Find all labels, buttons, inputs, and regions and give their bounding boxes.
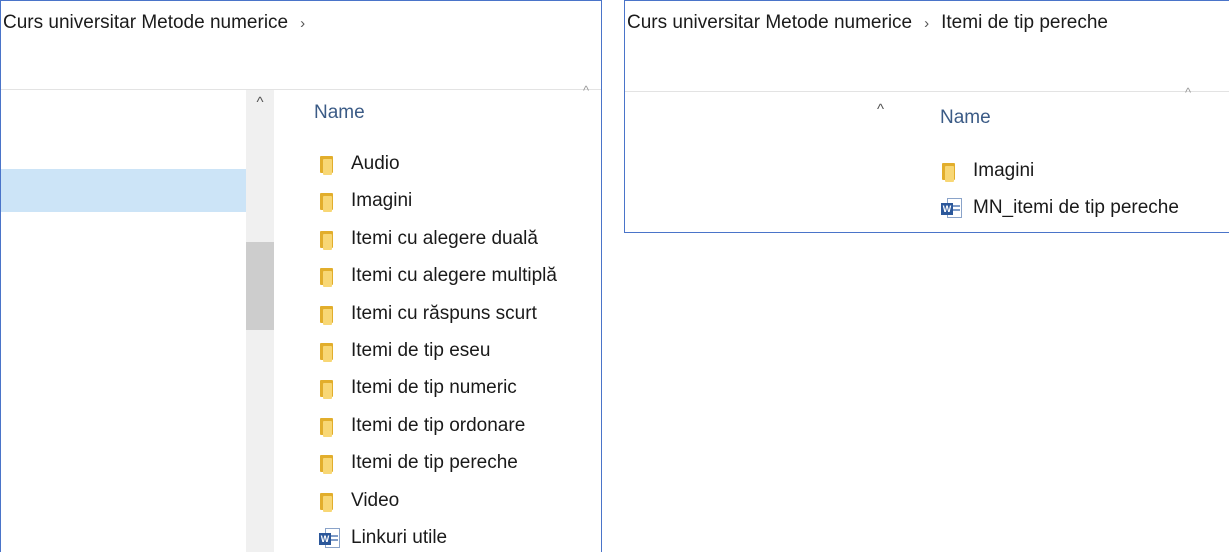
folder-icon [941,160,963,182]
file-name-label: Itemi cu alegere duală [351,227,538,249]
file-name-label: Itemi cu alegere multiplă [351,265,557,287]
file-list-item[interactable]: W MN_itemi de tip pereche [941,193,1179,223]
scrollbar-thumb[interactable] [246,242,274,330]
folder-icon [319,228,341,250]
file-name-label: Itemi cu răspuns scurt [351,302,537,324]
file-list-item[interactable]: Itemi cu alegere multiplă [319,261,557,291]
breadcrumb-chevron-icon[interactable]: › [300,15,305,32]
file-name-label: Linkuri utile [351,527,448,548]
file-name-label: MN_itemi de tip pereche [973,197,1179,218]
file-list-item[interactable]: Video [319,486,399,516]
column-header-name[interactable]: Name [940,107,991,129]
file-list-item[interactable]: Itemi de tip pereche [319,448,518,478]
folder-icon [319,377,341,400]
file-list-item[interactable]: Imagini [319,186,412,216]
folder-icon [319,415,341,437]
file-name-label: Video [351,489,400,511]
breadcrumb-item-current[interactable]: Itemi de tip pereche [941,12,1108,34]
folder-icon [319,190,341,213]
file-list-item[interactable]: Itemi de tip eseu [319,336,490,366]
file-list-item[interactable]: Itemi de tip numeric [319,373,517,403]
scroll-up-arrow-icon[interactable]: ^ [877,101,884,118]
file-list-item[interactable]: Imagini [941,156,1034,186]
column-header-name[interactable]: Name [314,102,365,124]
file-list: Audio Imagini Itemi cu alegere duală Itemi … [319,149,599,552]
explorer-window-right: Curs universitar Metode numerice › Itemi… [624,0,1229,233]
folder-icon [319,340,341,362]
toolbar-strip [1,45,601,90]
file-list-item[interactable]: Audio [319,149,400,179]
breadcrumb: Curs universitar Metode numerice › Itemi… [625,1,1229,45]
file-name-label: Itemi de tip pereche [351,452,518,474]
folder-icon [319,452,341,475]
file-name-label: Imagini [351,190,413,212]
word-document-icon: W [941,197,963,219]
file-name-label: Audio [351,153,400,174]
folder-icon [319,303,341,325]
explorer-window-left: Curs universitar Metode numerice › ^ ^ N… [0,0,602,552]
file-list-item[interactable]: Itemi cu alegere duală [319,224,538,254]
folder-icon [319,490,341,512]
breadcrumb-item-course[interactable]: Curs universitar Metode numerice [1,12,288,34]
file-list-item[interactable]: W Linkuri utile [319,523,447,552]
navigation-pane-scrollbar[interactable]: ^ [246,90,274,552]
navigation-pane-selected-item[interactable] [1,169,246,212]
folder-icon [319,265,341,288]
scroll-up-arrow-icon[interactable]: ^ [246,94,274,111]
file-name-label: Imagini [973,160,1035,181]
word-document-icon: W [319,527,341,549]
toolbar-strip [625,45,1229,92]
breadcrumb-item-course[interactable]: Curs universitar Metode numerice [625,12,912,34]
file-list-item[interactable]: Itemi cu răspuns scurt [319,299,537,329]
breadcrumb-chevron-icon[interactable]: › [924,15,929,32]
sort-indicator-icon: ^ [583,83,590,98]
breadcrumb: Curs universitar Metode numerice › [1,1,601,45]
file-name-label: Itemi de tip numeric [351,377,517,399]
folder-icon [319,153,341,175]
sort-indicator-icon: ^ [1185,85,1192,100]
navigation-pane [1,90,246,552]
file-list: Imagini W MN_itemi de tip pereche [941,156,1227,226]
file-name-label: Itemi de tip eseu [351,340,491,361]
file-list-item[interactable]: Itemi de tip ordonare [319,411,525,441]
file-name-label: Itemi de tip ordonare [351,414,526,436]
